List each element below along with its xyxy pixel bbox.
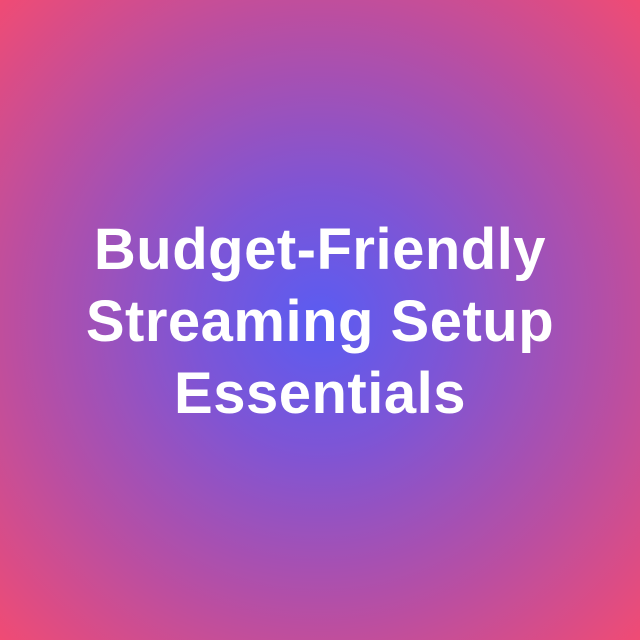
headline-line-2: Streaming Setup	[85, 289, 555, 354]
headline-line-1: Budget-Friendly	[93, 217, 547, 282]
headline: Budget-Friendly Streaming Setup Essentia…	[66, 214, 574, 430]
headline-line-3: Essentials	[174, 361, 466, 426]
title-card: Budget-Friendly Streaming Setup Essentia…	[0, 0, 640, 640]
